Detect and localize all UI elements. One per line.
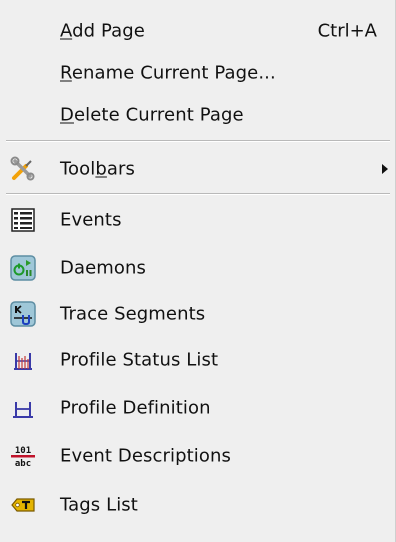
menu-item-label: Tags List — [60, 494, 138, 516]
menu-item-add-page[interactable]: Add Page Ctrl+A — [0, 7, 396, 55]
mnemonic: D — [60, 104, 74, 126]
events-list-icon — [10, 207, 36, 233]
event-descriptions-icon: 101 abc — [10, 443, 36, 469]
mnemonic: A — [60, 20, 73, 42]
menu-item-label: Trace Segments — [60, 303, 206, 325]
mnemonic: R — [60, 62, 72, 84]
daemons-icon — [10, 255, 36, 281]
menu-item-profile-definition[interactable]: Profile Definition — [0, 384, 396, 432]
mnemonic: b — [95, 158, 107, 180]
profile-definition-icon — [10, 395, 36, 421]
menu-item-label: Events — [60, 209, 122, 231]
event-descriptions-icon-top-text: 101 — [15, 446, 31, 456]
tools-icon — [10, 156, 36, 182]
menu-item-label: Rename Current Page... — [60, 62, 276, 84]
tags-list-icon — [10, 492, 36, 518]
menu-item-toolbars[interactable]: Toolbars — [0, 145, 396, 193]
menu-item-label: Profile Definition — [60, 397, 211, 419]
menu-item-events[interactable]: Events — [0, 196, 396, 244]
trace-segments-icon — [10, 301, 36, 327]
menu-item-delete-current-page[interactable]: Delete Current Page — [0, 91, 396, 139]
event-descriptions-icon-bottom-text: abc — [15, 459, 31, 469]
menu-item-tags-list[interactable]: Tags List — [0, 481, 396, 529]
menu-item-daemons[interactable]: Daemons — [0, 244, 396, 292]
profile-status-list-icon — [10, 347, 36, 373]
shortcut-label: Ctrl+A — [317, 20, 377, 42]
menu-item-label: Add Page — [60, 20, 145, 42]
menu-item-event-descriptions[interactable]: 101 abc Event Descriptions — [0, 432, 396, 480]
menu-item-rename-current-page[interactable]: Rename Current Page... — [0, 49, 396, 97]
menu-item-trace-segments[interactable]: Trace Segments — [0, 290, 396, 338]
context-menu: Add Page Ctrl+A Rename Current Page... D… — [0, 0, 396, 542]
menu-item-profile-status-list[interactable]: Profile Status List — [0, 336, 396, 384]
menu-item-label: Delete Current Page — [60, 104, 244, 126]
menu-item-label: Profile Status List — [60, 349, 219, 371]
menu-item-label: Event Descriptions — [60, 445, 231, 467]
menu-separator — [6, 140, 390, 142]
menu-item-label: Toolbars — [60, 158, 136, 180]
menu-item-label: Daemons — [60, 257, 146, 279]
menu-separator — [6, 193, 390, 195]
submenu-arrow-icon — [382, 164, 388, 174]
